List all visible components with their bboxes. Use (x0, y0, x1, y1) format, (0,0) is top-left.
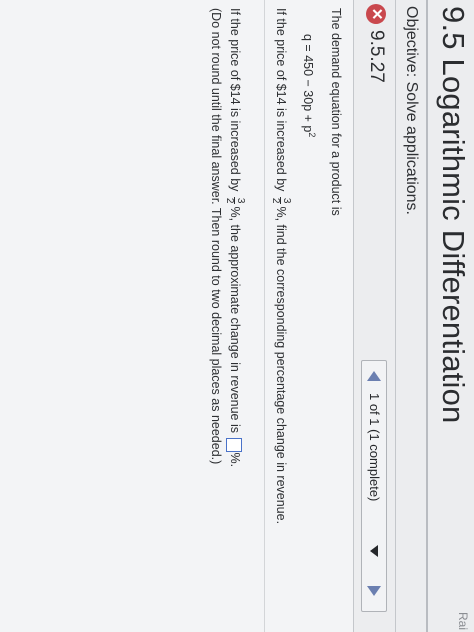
answer-pre: If the price of $14 is increased by (228, 8, 243, 192)
question-number: 9.5.27 (366, 30, 387, 83)
question-text: If the price of $14 is increased by 3 2%,… (270, 8, 292, 525)
fraction-denominator: 2 (224, 197, 235, 204)
answer-post: %. (228, 452, 243, 468)
title-divider (426, 0, 428, 632)
panel-divider (264, 0, 265, 632)
fraction-three-halves: 32 (270, 196, 292, 205)
answer-line: If the price of $14 is increased by 3 2%,… (224, 8, 246, 468)
question-progress[interactable]: 1 of 1 (1 complete) (367, 393, 382, 501)
incorrect-x-icon: ✕ (366, 4, 386, 24)
question-bar: ✕ 9.5.27 1 of 1 (1 complete) (358, 0, 392, 632)
objective-divider (395, 0, 396, 632)
fraction-numerator: 3 (234, 196, 246, 205)
chevron-down-icon[interactable] (370, 545, 378, 557)
question-navigator: 1 of 1 (1 complete) (361, 360, 387, 612)
answer-mid: %, the approximate change in revenue is (228, 206, 243, 434)
question-post: %, find the corresponding percentage cha… (274, 206, 289, 525)
page-content: 9.5 Logarithmic Differentiation Rai Obje… (0, 0, 474, 632)
question-panel: The demand equation for a product is q =… (0, 0, 354, 632)
fraction-numerator: 3 (280, 196, 292, 205)
previous-question-icon[interactable] (367, 371, 381, 381)
question-pre: If the price of $14 is increased by (274, 8, 289, 192)
answer-input[interactable] (226, 437, 243, 452)
fraction-three-halves: 32 (224, 196, 246, 205)
problem-intro: The demand equation for a product is (329, 8, 343, 216)
equation-text: q = 450 − 30p + p (301, 34, 315, 133)
next-question-icon[interactable] (367, 586, 381, 596)
objective-text: Objective: Solve applications. (403, 6, 420, 215)
rounding-note: (Do not round until the final answer. Th… (209, 8, 223, 465)
corner-text: Rai (456, 611, 470, 630)
equation-exponent: 2 (307, 132, 317, 138)
demand-equation: q = 450 − 30p + p2 (301, 34, 317, 137)
page-title: 9.5 Logarithmic Differentiation (436, 6, 471, 424)
fraction-denominator: 2 (270, 197, 281, 204)
